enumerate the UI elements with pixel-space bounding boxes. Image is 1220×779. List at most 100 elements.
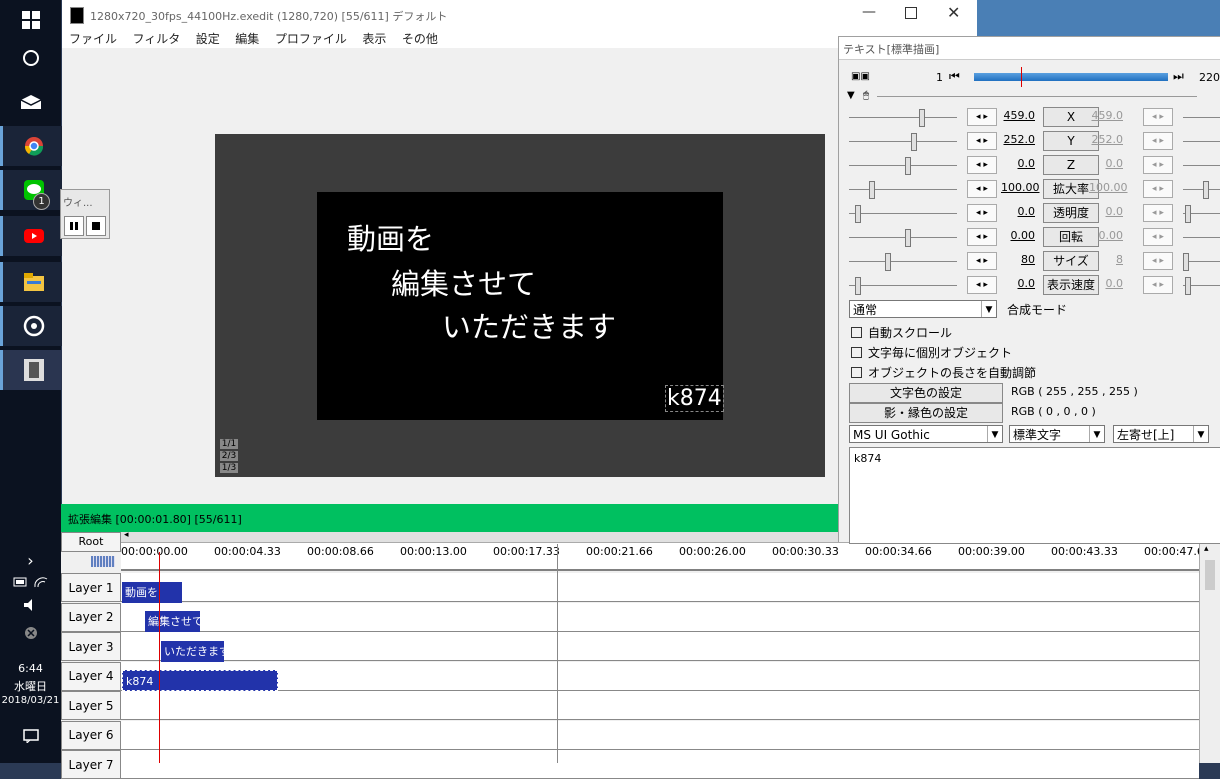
- slider-thumb[interactable]: [919, 109, 925, 127]
- scroll-up-icon[interactable]: ▴: [1204, 544, 1209, 554]
- volume-icon[interactable]: [0, 590, 61, 620]
- param-end-slider[interactable]: [1183, 117, 1220, 118]
- slider-thumb[interactable]: [905, 229, 911, 247]
- param-slider[interactable]: [849, 109, 957, 127]
- param-slider[interactable]: [849, 181, 957, 199]
- param-slider[interactable]: [849, 205, 957, 223]
- watermark-text[interactable]: k874: [665, 385, 724, 412]
- layer-row[interactable]: [121, 632, 1199, 661]
- param-end-value[interactable]: 459.0: [1089, 109, 1124, 122]
- timeline-clip[interactable]: k874: [122, 670, 278, 691]
- param-end-arrows[interactable]: ◂ ▸: [1143, 108, 1173, 126]
- layer-label[interactable]: Layer 6: [61, 720, 121, 750]
- param-slider[interactable]: [849, 133, 957, 151]
- clock-date[interactable]: 2018/03/21: [0, 695, 61, 706]
- param-slider[interactable]: [849, 229, 957, 247]
- param-arrows[interactable]: ◂ ▸: [967, 228, 997, 246]
- clock-time[interactable]: 6:44: [0, 662, 61, 675]
- checkbox-per-char-object[interactable]: 文字毎に個別オブジェクト: [851, 344, 1012, 361]
- param-end-slider[interactable]: [1183, 277, 1220, 295]
- text-style-select[interactable]: 標準文字 ▼: [1009, 425, 1105, 443]
- layer-row[interactable]: [121, 573, 1199, 602]
- slider-thumb[interactable]: [855, 205, 861, 223]
- close-circle-icon[interactable]: [0, 618, 61, 648]
- playhead[interactable]: [159, 552, 160, 763]
- time-ruler[interactable]: 00:00:00.00 00:00:04.33 00:00:08.66 00:00:1…: [121, 543, 1211, 571]
- param-end-arrows[interactable]: ◂ ▸: [1143, 252, 1173, 270]
- param-slider[interactable]: [849, 253, 957, 271]
- action-center-icon[interactable]: [0, 716, 61, 756]
- seek-end-icon[interactable]: ⏭: [1173, 69, 1184, 84]
- camera-icon[interactable]: ▣▣: [851, 71, 870, 82]
- menu-filter[interactable]: フィルタ: [133, 30, 181, 47]
- param-end-value[interactable]: 252.0: [1089, 133, 1124, 146]
- align-select[interactable]: 左寄せ[上] ▼: [1113, 425, 1209, 443]
- param-end-slider[interactable]: [1183, 237, 1220, 238]
- maximize-icon[interactable]: [905, 7, 917, 19]
- timeline-clip[interactable]: 編集させて: [145, 611, 200, 632]
- aviutl-film-icon[interactable]: [0, 350, 64, 390]
- layer-label[interactable]: Layer 4: [61, 661, 121, 691]
- param-value[interactable]: 100.00: [1001, 181, 1040, 194]
- param-arrows[interactable]: ◂ ▸: [967, 204, 997, 222]
- param-end-value[interactable]: 0.0: [1089, 277, 1124, 290]
- menu-file[interactable]: ファイル: [69, 30, 117, 47]
- param-end-arrows[interactable]: ◂ ▸: [1143, 180, 1173, 198]
- param-value[interactable]: 80: [1001, 253, 1035, 266]
- slider-thumb[interactable]: [1185, 205, 1191, 223]
- param-end-slider[interactable]: [1183, 181, 1220, 199]
- slider-thumb[interactable]: [869, 181, 875, 199]
- param-arrows[interactable]: ◂ ▸: [967, 132, 997, 150]
- param-value[interactable]: 0.0: [1001, 277, 1036, 290]
- param-value[interactable]: 0.0: [1001, 205, 1036, 218]
- slider-thumb[interactable]: [1185, 277, 1191, 295]
- youtube-icon[interactable]: [0, 216, 64, 256]
- layer-row[interactable]: [121, 720, 1199, 750]
- timeline-clip[interactable]: 動画を: [122, 582, 182, 603]
- menu-profile[interactable]: プロファイル: [275, 30, 347, 47]
- root-button[interactable]: Root: [61, 532, 121, 552]
- param-end-value[interactable]: 0.0: [1089, 157, 1124, 170]
- layer-label[interactable]: Layer 1: [61, 573, 121, 602]
- param-end-arrows[interactable]: ◂ ▸: [1143, 276, 1173, 294]
- slider-thumb[interactable]: [855, 277, 861, 295]
- menu-settings[interactable]: 設定: [196, 30, 220, 47]
- param-end-slider[interactable]: [1183, 165, 1220, 166]
- stop-button[interactable]: [86, 216, 106, 236]
- menu-other[interactable]: その他: [402, 30, 438, 47]
- timeline-clip[interactable]: いただきます: [161, 641, 224, 662]
- param-end-value[interactable]: 100.00: [1089, 181, 1128, 194]
- vertical-scrollbar[interactable]: ▴: [1199, 542, 1220, 763]
- menu-view[interactable]: 表示: [362, 30, 386, 47]
- search-circle-icon[interactable]: [0, 38, 61, 78]
- slider-thumb[interactable]: [905, 157, 911, 175]
- param-end-arrows[interactable]: ◂ ▸: [1143, 156, 1173, 174]
- slider-thumb[interactable]: [885, 253, 891, 271]
- layer-label[interactable]: Layer 7: [61, 750, 121, 779]
- param-slider[interactable]: [849, 277, 957, 295]
- windows-start-icon[interactable]: [0, 0, 61, 40]
- param-end-arrows[interactable]: ◂ ▸: [1143, 204, 1173, 222]
- seek-start-icon[interactable]: ⏮: [949, 69, 960, 84]
- param-end-slider[interactable]: [1183, 141, 1220, 142]
- param-end-slider[interactable]: [1183, 253, 1220, 271]
- menu-edit[interactable]: 編集: [235, 30, 259, 47]
- scroll-left-icon[interactable]: ◂: [124, 530, 129, 540]
- close-icon[interactable]: ✕: [947, 3, 960, 22]
- layer-row[interactable]: [121, 661, 1199, 691]
- clock-day[interactable]: 水曜日: [0, 678, 61, 694]
- slider-thumb[interactable]: [911, 133, 917, 151]
- checkbox-auto-length[interactable]: オブジェクトの長さを自動調節: [851, 364, 1036, 381]
- param-value[interactable]: 0.0: [1001, 157, 1036, 170]
- param-end-arrows[interactable]: ◂ ▸: [1143, 228, 1173, 246]
- video-frame[interactable]: 動画を 編集させて いただきます k874: [317, 192, 724, 420]
- param-value[interactable]: 459.0: [1001, 109, 1036, 122]
- collapse-triangle-icon[interactable]: ▼: [847, 90, 855, 101]
- param-value[interactable]: 252.0: [1001, 133, 1036, 146]
- scroll-thumb[interactable]: [1205, 560, 1215, 590]
- checkbox-auto-scroll[interactable]: 自動スクロール: [851, 324, 952, 341]
- param-slider[interactable]: [849, 157, 957, 175]
- param-arrows[interactable]: ◂ ▸: [967, 156, 997, 174]
- line-app-icon[interactable]: [0, 170, 64, 210]
- layer-label[interactable]: Layer 2: [61, 602, 121, 632]
